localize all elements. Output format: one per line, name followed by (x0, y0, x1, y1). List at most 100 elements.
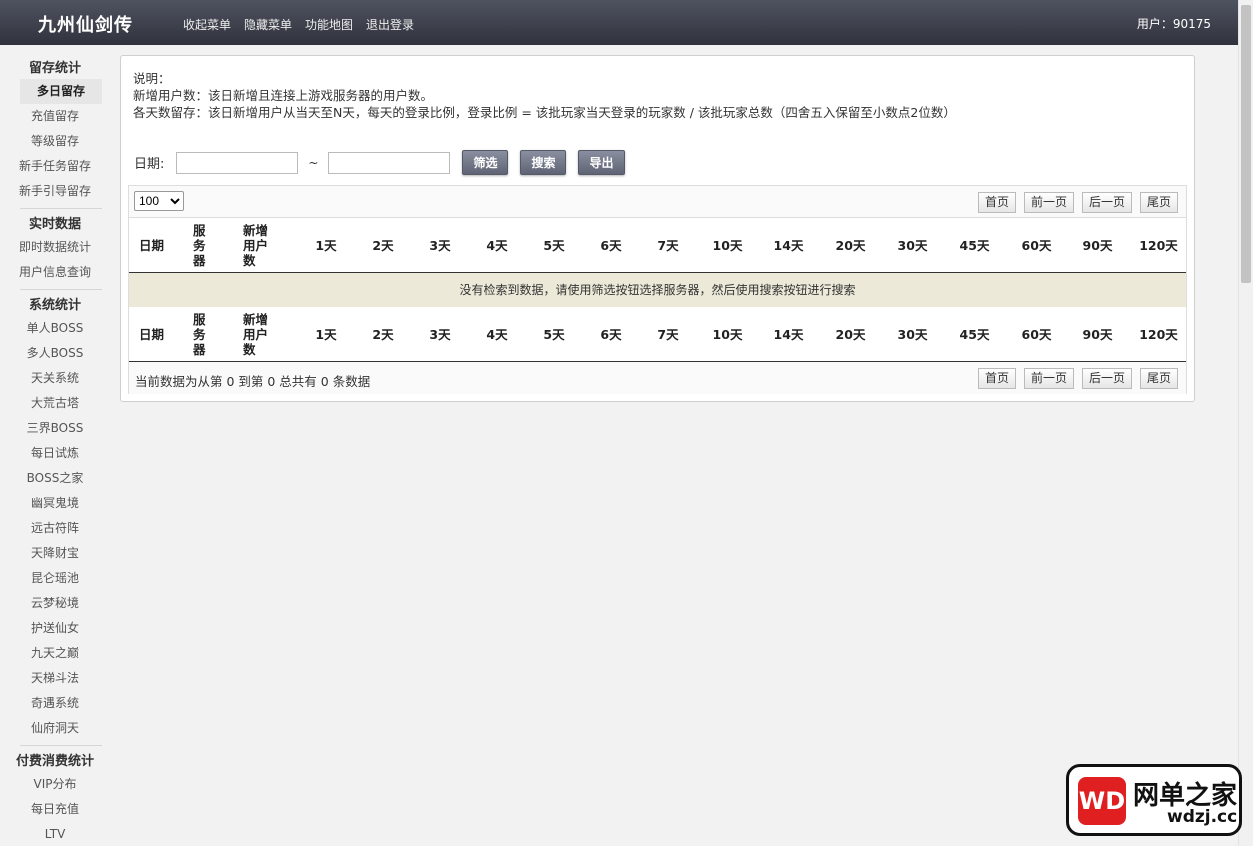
sidebar-item-recharge-retention[interactable]: 充值留存 (0, 104, 110, 129)
collapse-menu-link[interactable]: 收起菜单 (183, 16, 231, 33)
sidebar-item-system[interactable]: 奇遇系统 (0, 691, 110, 716)
sidebar-item-user-query[interactable]: 用户信息查询 (0, 260, 110, 285)
table-header: 日期 服务器 新增用户数 1天 2天 3天 4天 5天 6天 7天 10天 14天 20天 30天 45天 6… (129, 218, 1186, 273)
watermark-url: wdzj.cc (1167, 807, 1238, 827)
logout-link[interactable]: 退出登录 (366, 16, 414, 33)
sidebar-item-system[interactable]: 三界BOSS (0, 416, 110, 441)
column-header-label: 服务器 (193, 312, 206, 357)
filter-button[interactable]: 筛选 (462, 150, 509, 175)
column-header: 14天 (761, 218, 816, 273)
column-header-label: 10天 (712, 327, 743, 342)
sidebar-item-vip-distribution[interactable]: VIP分布 (0, 772, 110, 797)
column-header: 3天 (415, 218, 465, 273)
column-header-label: 6天 (600, 238, 622, 253)
sidebar-group-title: 付费消费统计 (15, 754, 94, 769)
column-header: 日期 (139, 218, 189, 273)
main-panel: 说明： 新增用户数：该日新增且连接上游戏服务器的用户数。 各天数留存：该日新增用… (120, 55, 1195, 402)
sidebar-item-system[interactable]: 昆仑瑶池 (0, 566, 110, 591)
page-size-select[interactable]: 100 (134, 191, 184, 211)
sidebar-item-newbie-task-retention[interactable]: 新手任务留存 (0, 154, 110, 179)
prev-page-button[interactable]: 前一页 (1023, 192, 1074, 213)
column-header-label: 7天 (657, 327, 679, 342)
sidebar-item-system[interactable]: 九天之巅 (0, 641, 110, 666)
sidebar-item-system[interactable]: 幽冥鬼境 (0, 491, 110, 516)
page-scrollbar[interactable] (1238, 0, 1253, 846)
column-header: 120天 (1131, 307, 1186, 362)
column-header: 90天 (1070, 307, 1125, 362)
filter-bar: 日期: ~ 筛选 搜索 导出 (134, 150, 625, 175)
column-header: 20天 (823, 307, 878, 362)
date-label: 日期: (134, 157, 165, 172)
table-toolbar: 100 首页 前一页 后一页 尾页 (129, 186, 1186, 218)
sidebar-item-newbie-guide-retention[interactable]: 新手引导留存 (0, 179, 110, 204)
sidebar-item-system[interactable]: 多人BOSS (0, 341, 110, 366)
column-header-label: 45天 (959, 327, 990, 342)
prev-page-button[interactable]: 前一页 (1023, 368, 1074, 389)
column-header: 7天 (643, 307, 693, 362)
pager-bottom: 首页 前一页 后一页 尾页 (977, 368, 1178, 389)
column-header: 服务器 (193, 307, 233, 362)
sidebar-item-system[interactable]: 单人BOSS (0, 316, 110, 341)
column-header: 1天 (301, 307, 351, 362)
sidebar-item-system[interactable]: 云梦秘境 (0, 591, 110, 616)
column-header-label: 10天 (712, 238, 743, 253)
current-user: 用户：90175 (1136, 17, 1211, 31)
description-line: 新增用户数：该日新增且连接上游戏服务器的用户数。 (133, 88, 434, 103)
last-page-button[interactable]: 尾页 (1139, 368, 1178, 389)
column-header-label: 120天 (1139, 327, 1178, 342)
column-header-label: 日期 (139, 327, 165, 342)
scrollbar-thumb[interactable] (1241, 5, 1251, 283)
column-header: 新增用户数 (243, 218, 288, 273)
column-header-label: 20天 (835, 327, 866, 342)
column-header: 4天 (472, 307, 522, 362)
column-header: 新增用户数 (243, 307, 288, 362)
column-header-label: 3天 (429, 238, 451, 253)
top-bar: 九州仙剑传 收起菜单 隐藏菜单 功能地图 退出登录 用户：90175 (0, 0, 1238, 45)
column-header-label: 4天 (486, 238, 508, 253)
next-page-button[interactable]: 后一页 (1081, 368, 1132, 389)
table-footer-header: 日期 服务器 新增用户数 1天 2天 3天 4天 5天 6天 7天 10天 14天 20天 30天 45天 6… (129, 307, 1186, 362)
sidebar-item-level-retention[interactable]: 等级留存 (0, 129, 110, 154)
column-header: 7天 (643, 218, 693, 273)
date-to-input[interactable] (328, 151, 451, 174)
sidebar-item-ltv[interactable]: LTV (0, 822, 110, 846)
first-page-button[interactable]: 首页 (977, 192, 1016, 213)
empty-message: 没有检索到数据，请使用筛选按钮选择服务器，然后使用搜索按钮进行搜索 (129, 273, 1186, 307)
search-button[interactable]: 搜索 (520, 150, 567, 175)
sidebar-item-system[interactable]: 仙府洞天 (0, 716, 110, 741)
sidebar-item-multi-day-retention[interactable]: 多日留存 (20, 79, 102, 104)
column-header: 6天 (586, 307, 636, 362)
date-from-input[interactable] (176, 151, 299, 174)
sidebar-item-system[interactable]: BOSS之家 (0, 466, 110, 491)
column-header: 60天 (1009, 218, 1064, 273)
export-button[interactable]: 导出 (578, 150, 625, 175)
feature-map-link[interactable]: 功能地图 (305, 16, 353, 33)
column-header-label: 60天 (1021, 238, 1052, 253)
first-page-button[interactable]: 首页 (977, 368, 1016, 389)
sidebar-group-title: 系统统计 (28, 298, 81, 313)
description: 说明： 新增用户数：该日新增且连接上游戏服务器的用户数。 各天数留存：该日新增用… (133, 70, 956, 121)
column-header: 20天 (823, 218, 878, 273)
column-header: 服务器 (193, 218, 233, 273)
data-table: 100 首页 前一页 后一页 尾页 日期 服务器 新增用户数 1天 2天 3天 4天 5天 6天… (128, 185, 1187, 394)
sidebar-item-daily-recharge[interactable]: 每日充值 (0, 797, 110, 822)
table-bottombar: 当前数据为从第 0 到第 0 总共有 0 条数据 首页 前一页 后一页 尾页 (129, 362, 1186, 394)
next-page-button[interactable]: 后一页 (1081, 192, 1132, 213)
sidebar: 留存统计 多日留存 充值留存 等级留存 新手任务留存 新手引导留存 实时数据 即… (0, 45, 110, 846)
last-page-button[interactable]: 尾页 (1139, 192, 1178, 213)
sidebar-item-system[interactable]: 天降财宝 (0, 541, 110, 566)
column-header: 日期 (139, 307, 189, 362)
column-header: 2天 (358, 218, 408, 273)
sidebar-item-realtime-stats[interactable]: 即时数据统计 (0, 235, 110, 260)
sidebar-item-system[interactable]: 大荒古塔 (0, 391, 110, 416)
sidebar-item-system[interactable]: 天关系统 (0, 366, 110, 391)
sidebar-item-system[interactable]: 天梯斗法 (0, 666, 110, 691)
sidebar-item-system[interactable]: 每日试炼 (0, 441, 110, 466)
app-logo: 九州仙剑传 (38, 15, 133, 36)
sidebar-item-system[interactable]: 护送仙女 (0, 616, 110, 641)
column-header: 90天 (1070, 218, 1125, 273)
sidebar-group-title: 留存统计 (28, 61, 81, 76)
hide-menu-link[interactable]: 隐藏菜单 (244, 16, 292, 33)
sidebar-item-system[interactable]: 远古符阵 (0, 516, 110, 541)
column-header: 3天 (415, 307, 465, 362)
